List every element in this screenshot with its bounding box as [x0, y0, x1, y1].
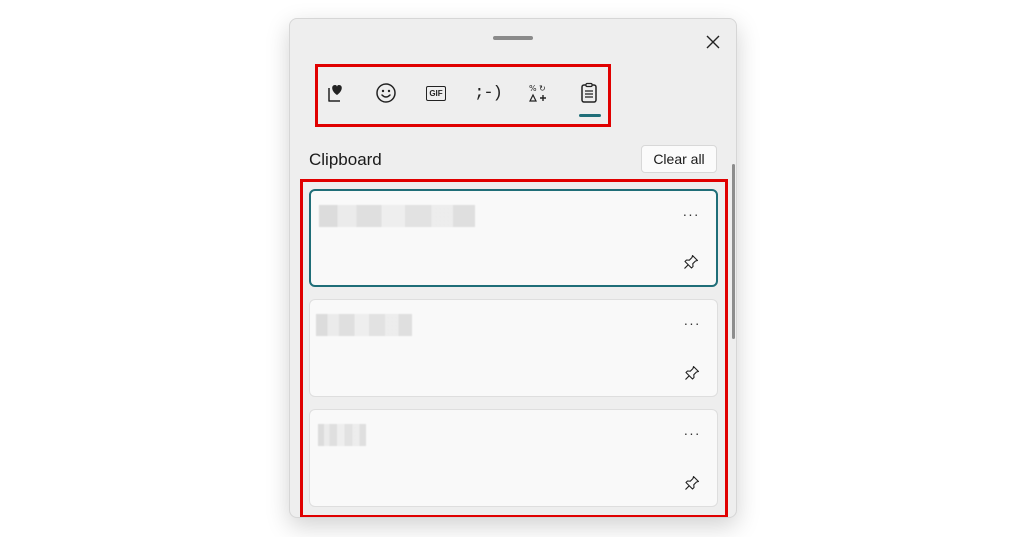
tab-symbols[interactable]: % ↻ — [520, 75, 556, 111]
clear-all-button[interactable]: Clear all — [641, 145, 717, 173]
pin-button[interactable] — [681, 472, 703, 494]
pin-icon — [685, 475, 700, 490]
gif-icon: GIF — [426, 85, 446, 101]
clipboard-icon — [581, 82, 597, 103]
heart-note-icon — [328, 85, 342, 102]
section-title: Clipboard — [309, 150, 382, 169]
tab-kaomoji[interactable]: ;-) — [470, 75, 506, 111]
scrollbar[interactable] — [732, 164, 735, 339]
clipboard-item[interactable]: ██████████ ████ ··· — [309, 189, 718, 287]
pin-button[interactable] — [681, 362, 703, 384]
tab-gif[interactable]: GIF — [418, 75, 454, 111]
pin-icon — [685, 365, 700, 380]
kaomoji-icon: ;-) — [474, 83, 503, 103]
selected-tab-indicator — [579, 114, 601, 117]
tab-favorites[interactable] — [318, 75, 354, 111]
smiley-icon — [376, 83, 396, 103]
clipboard-item[interactable]: ██████████ ··· — [309, 299, 718, 397]
drag-handle[interactable] — [493, 36, 533, 40]
emoji-clipboard-panel: GIF ;-) % ↻ Clipboard Clear all ████████… — [289, 18, 737, 518]
more-options-button[interactable]: ··· — [681, 422, 703, 444]
clipboard-item-text: ██████████ ████ — [319, 205, 475, 227]
svg-text:↻: ↻ — [539, 84, 546, 93]
clipboard-item-text: ████ — [318, 424, 366, 446]
clipboard-item-text: ██████████ — [316, 314, 412, 336]
close-icon — [706, 35, 720, 49]
tab-emoji[interactable] — [368, 75, 404, 111]
pin-icon — [684, 254, 699, 269]
more-options-button[interactable]: ··· — [680, 203, 702, 225]
svg-text:%: % — [529, 84, 537, 93]
close-button[interactable] — [698, 27, 728, 57]
clipboard-item[interactable]: ████ ··· — [309, 409, 718, 507]
tab-clipboard[interactable] — [571, 75, 607, 111]
more-options-button[interactable]: ··· — [681, 312, 703, 334]
symbols-icon: % ↻ — [529, 84, 546, 102]
pin-button[interactable] — [680, 251, 702, 273]
tabs-highlight-box — [315, 64, 611, 127]
